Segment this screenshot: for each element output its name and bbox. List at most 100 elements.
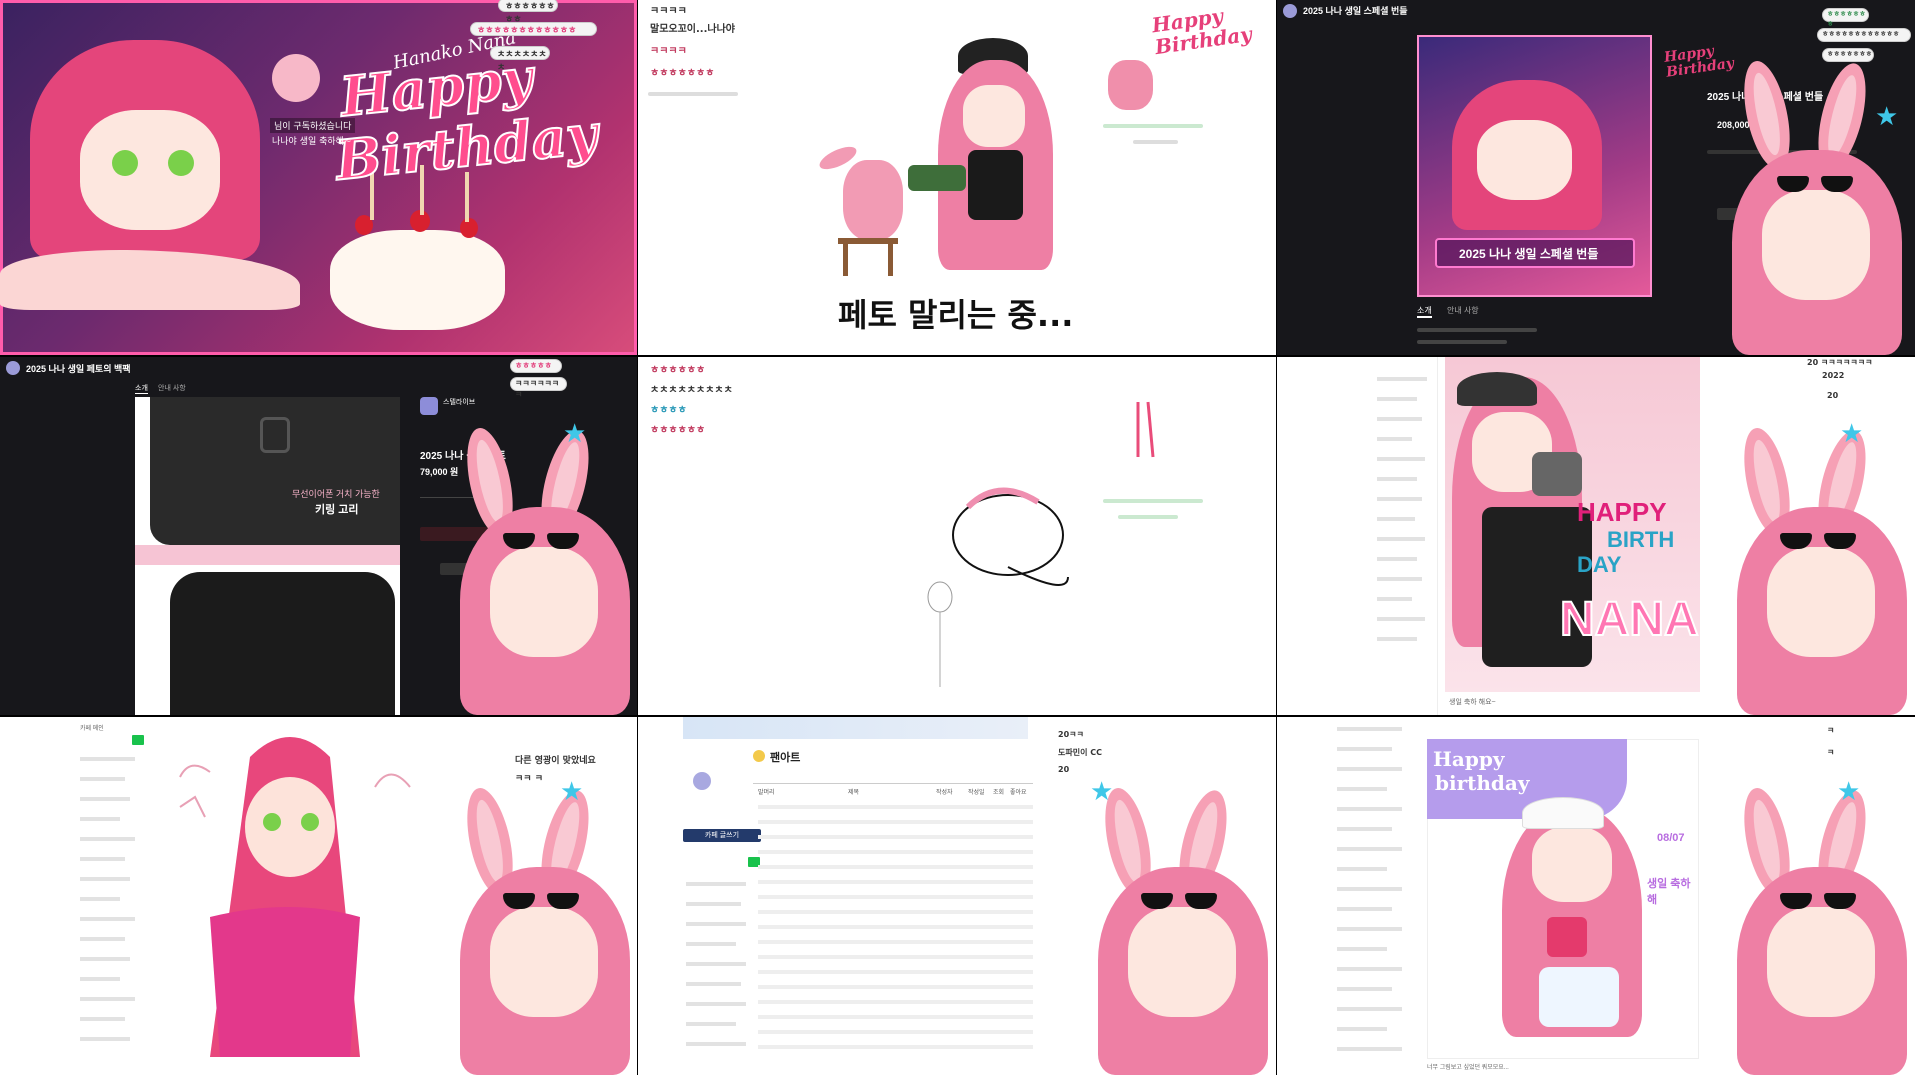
video-frame-grid: Hanako Nana Happy Birthday ㅎㅎㅎㅎㅎㅎㅎㅎ ㅎㅎㅎㅎ…: [0, 0, 1915, 1075]
table-row[interactable]: [758, 895, 1033, 899]
streamer-face: [490, 907, 598, 1017]
keyring-loop: [260, 417, 290, 453]
sidebar-row: [1377, 457, 1425, 461]
chat-line: 다른 영광이 맞았네요: [515, 756, 596, 766]
sidebar-row: [80, 797, 130, 801]
sidebar-row: [1337, 727, 1402, 731]
bundle-banner: 2025 나나 생일 스페셜 번들: [1435, 238, 1635, 268]
sidebar-row: [80, 1017, 125, 1021]
info-line: [1417, 328, 1537, 332]
chat-line: ㅋ: [1827, 748, 1835, 757]
sidebar-row: [686, 962, 746, 966]
star-icon: ★: [1090, 777, 1114, 807]
table-row[interactable]: [758, 955, 1033, 959]
donation-line: [1118, 515, 1178, 519]
art-text-birth: BIRTH: [1607, 527, 1675, 552]
table-row[interactable]: [758, 970, 1033, 974]
sidebar-row: [1337, 1027, 1387, 1031]
sidebar-row: [1337, 967, 1402, 971]
sunglasses-icon: [503, 893, 579, 909]
sunglasses-icon: [1141, 893, 1217, 909]
star-icon: ★: [1875, 102, 1899, 132]
character-face: [1532, 827, 1612, 902]
sidebar-row: [1337, 947, 1387, 951]
column-header: 좋아요: [1010, 790, 1027, 796]
chat-line: 도파민이 CC: [1058, 748, 1102, 757]
table-row[interactable]: [758, 925, 1033, 929]
mini-headline: Happy Birthday: [1150, 3, 1254, 60]
table-row[interactable]: [758, 985, 1033, 989]
chat-line: ㅋㅋ ㅋ: [515, 774, 543, 784]
sidebar-row: [1337, 767, 1402, 771]
star-icon: ★: [560, 777, 584, 807]
table-row[interactable]: [758, 1015, 1033, 1019]
sidebar-row: [1377, 497, 1422, 501]
table-row[interactable]: [758, 820, 1033, 824]
beret: [1457, 372, 1537, 406]
sidebar-row: [1377, 517, 1415, 521]
sidebar-row: [1377, 537, 1425, 541]
sidebar-row: [80, 877, 130, 881]
cafe-write-button[interactable]: 카페 글쓰기: [683, 829, 761, 842]
table-row[interactable]: [758, 850, 1033, 854]
donation-line: [1103, 499, 1203, 503]
donation-text: 님이 구독하셨습니다: [270, 118, 356, 133]
chat-line: ㅋㅋㅋㅋ: [650, 46, 687, 57]
table-row[interactable]: [758, 805, 1033, 809]
cake: [330, 230, 505, 330]
tab-notice[interactable]: 안내 사항: [158, 383, 186, 393]
table-row[interactable]: [758, 1030, 1033, 1034]
stool-leg: [888, 244, 893, 276]
date-text: 08/07: [1657, 832, 1685, 844]
chat-bubble: ㅎㅎㅎㅎㅎㅎㅎㅎ: [498, 0, 558, 25]
tab-intro[interactable]: 소개: [1417, 305, 1432, 318]
shop-avatar: [420, 397, 438, 415]
sidebar-row: [686, 882, 746, 886]
character-face: [963, 85, 1025, 147]
star-icon: ★: [563, 419, 587, 449]
sidebar-row: [686, 922, 746, 926]
tile-happy-birthday-art: Happy birthday 08/07 생일 축하해 너무 그림보고 싶었던 …: [1277, 717, 1915, 1075]
chat-line: 20: [1058, 765, 1070, 774]
sidebar-row: [1337, 867, 1387, 871]
fanart-image[interactable]: [140, 717, 470, 1075]
chat-line: ㅎㅎㅎㅎㅎㅎㅎ: [650, 68, 715, 79]
sidebar-row: [1377, 377, 1427, 381]
sidebar-row: [686, 1042, 746, 1046]
cafe-avatar: [693, 772, 711, 790]
shop-logo-icon: [6, 361, 20, 375]
art-text-birthday: birthday: [1435, 771, 1530, 795]
sidebar-row: [686, 902, 741, 906]
table-row[interactable]: [758, 1000, 1033, 1004]
table-row[interactable]: [758, 880, 1033, 884]
chat-line: ㅋㅋㅋㅋ: [650, 6, 687, 17]
page-title: 2025 나나 생일 페토의 백팩: [26, 364, 131, 374]
character-face: [80, 110, 220, 230]
table-row[interactable]: [758, 1045, 1033, 1049]
backpack-bottom: [170, 572, 395, 715]
sidebar-row: [80, 837, 135, 841]
streamer-face: [490, 547, 598, 657]
table-row[interactable]: [758, 940, 1033, 944]
table-row[interactable]: [758, 910, 1033, 914]
table-row[interactable]: [758, 835, 1033, 839]
tile-birthday-cake: Hanako Nana Happy Birthday ㅎㅎㅎㅎㅎㅎㅎㅎ ㅎㅎㅎㅎ…: [0, 0, 637, 355]
bunny-peto: [843, 160, 903, 240]
tab-notice[interactable]: 안내 사항: [1447, 305, 1479, 316]
candle: [465, 172, 469, 222]
tile-peto-backpack: 2025 나나 생일 페토의 백팩 소개 안내 사항 무선이어폰 거치 가능한 …: [0, 357, 637, 715]
chat-bubble: ㅎㅎㅎㅎㅎ: [510, 359, 562, 373]
chat-placeholder: [648, 92, 738, 96]
sidebar-row: [1377, 577, 1422, 581]
gun: [1532, 452, 1582, 496]
chat-line: ㅋ: [1827, 726, 1835, 735]
table-row[interactable]: [758, 865, 1033, 869]
sidebar-row: [80, 997, 135, 1001]
art-text-nana: NANA: [1559, 592, 1700, 647]
shop-logo-icon: [1283, 4, 1297, 18]
sidebar-row: [1337, 887, 1402, 891]
tab-intro[interactable]: 소개: [135, 383, 148, 394]
sunglasses-icon: [1777, 176, 1853, 192]
sidebar-row: [1337, 1007, 1402, 1011]
art-text-day: DAY: [1577, 552, 1622, 577]
